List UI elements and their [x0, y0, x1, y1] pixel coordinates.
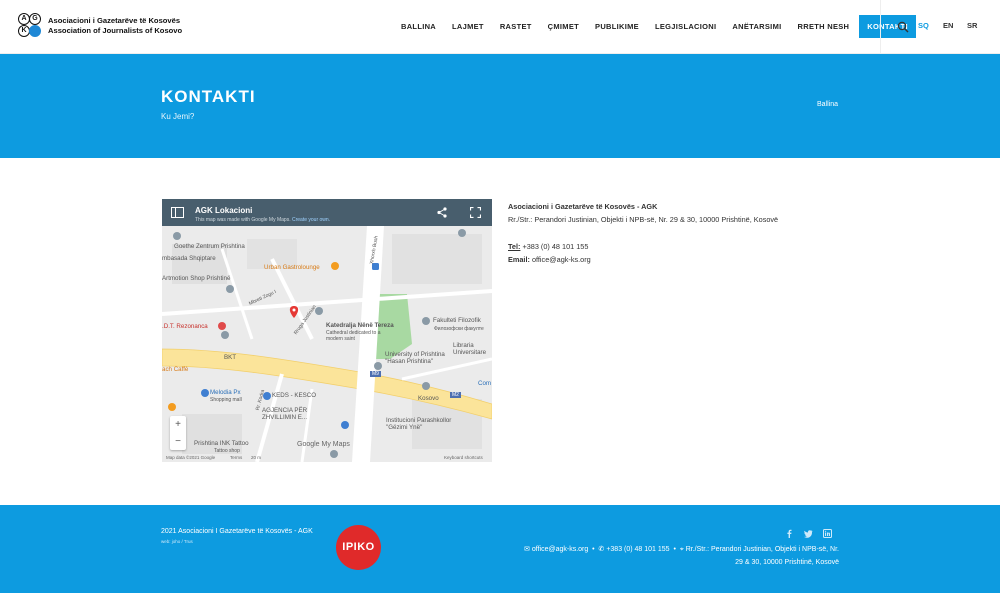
page-subtitle: Ku Jemi?	[161, 112, 195, 121]
map-data-credit: Map data ©2021 Google	[166, 455, 216, 460]
linkedin-icon[interactable]	[823, 529, 832, 538]
footer-email[interactable]: office@agk-ks.org	[532, 546, 588, 553]
nav-divider	[880, 0, 881, 54]
envelope-icon: ✉	[524, 546, 530, 553]
nav-item-rastet[interactable]: RASTET	[492, 15, 540, 38]
logo-line-albanian: Asociacioni i Gazetarëve të Kosovës	[48, 16, 181, 25]
map-scale: 20 m	[251, 455, 262, 460]
contact-phone-row: Tel: +383 (0) 48 101 155	[508, 241, 778, 254]
map-label: Com	[478, 380, 492, 387]
site-footer: 2021 Asociacioni I Gazetarëve të Kosovës…	[0, 505, 1000, 593]
contact-phone[interactable]: +383 (0) 48 101 155	[522, 242, 588, 251]
logo-text: Asociacioni i Gazetarëve të Kosovës Asso…	[48, 16, 182, 36]
footer-contact-line: ✉ office@agk-ks.org • ✆ +383 (0) 48 101 …	[524, 546, 839, 553]
footer-phone[interactable]: +383 (0) 48 101 155	[606, 546, 669, 553]
map-terms-link[interactable]: Terms	[230, 455, 242, 460]
phone-icon: ✆	[598, 546, 605, 553]
google-my-maps-logo: Google My Maps	[297, 441, 350, 448]
map-label[interactable]: .D.T. Rezonanca	[162, 323, 208, 330]
footer-web-credit[interactable]: web: joho / Trus	[161, 539, 193, 544]
facebook-icon[interactable]	[785, 529, 794, 538]
logo-letter: G	[29, 13, 41, 25]
site-logo[interactable]: A G K Asociacioni i Gazetarëve të Kosovë…	[18, 13, 182, 39]
main-nav: BALLINA LAJMET RASTET ÇMIMET PUBLIKIME L…	[393, 15, 916, 38]
map-label[interactable]: Libraria Universitare	[453, 342, 492, 356]
page-title: KONTAKTI	[161, 87, 256, 106]
map-label: Tattoo shop	[214, 448, 240, 454]
nav-item-anetarsimi[interactable]: ANËTARSIMI	[724, 15, 789, 38]
embedded-map[interactable]: AGK Lokacioni This map was made with Goo…	[162, 199, 492, 462]
share-icon[interactable]	[437, 207, 447, 218]
map-label[interactable]: Prishtina INK Tattoo	[194, 440, 249, 447]
nav-item-publikime[interactable]: PUBLIKIME	[587, 15, 647, 38]
map-label[interactable]: BKT	[224, 354, 236, 361]
map-label[interactable]: Fakulteti Filozofik	[433, 317, 481, 324]
map-label: Kosovo	[418, 395, 439, 402]
page-hero: KONTAKTI Ku Jemi? Ballina	[0, 54, 1000, 158]
contact-org-name: Asociacioni i Gazetarëve të Kosovës - AG…	[508, 202, 658, 211]
contact-email[interactable]: office@agk-ks.org	[532, 255, 591, 264]
fullscreen-icon[interactable]	[470, 207, 481, 218]
nav-item-legjislacioni[interactable]: LEGJISLACIONI	[647, 15, 724, 38]
contact-email-row: Email: office@agk-ks.org	[508, 254, 778, 267]
map-label[interactable]: mbasada Shqiptare	[162, 255, 216, 262]
map-label[interactable]: Institucioni Parashkollor "Gëzimi Ynë"	[386, 417, 464, 431]
map-subtitle-text: This map was made with Google My Maps.	[195, 217, 291, 223]
language-en[interactable]: EN	[943, 21, 953, 30]
map-label[interactable]: Artmotion Shop Prishtinë	[162, 275, 230, 282]
map-subtitle: This map was made with Google My Maps. C…	[195, 217, 330, 223]
map-label[interactable]: ach Caffè	[162, 366, 188, 373]
nav-item-ballina[interactable]: BALLINA	[393, 15, 444, 38]
map-label: Филозофски факулте	[434, 326, 484, 332]
ipiko-logo[interactable]: IPIKO	[336, 525, 381, 570]
footer-copyright: 2021 Asociacioni I Gazetarëve të Kosovës…	[161, 528, 313, 535]
footer-address-line2: 29 & 30, 10000 Prishtinë, Kosovë	[735, 559, 839, 566]
contact-address: Rr./Str.: Perandori Justinian, Objekti i…	[508, 214, 779, 224]
location-pin-icon: ⌖	[679, 546, 684, 553]
map-label[interactable]: Urban Gastrolounge	[264, 264, 320, 271]
search-icon[interactable]	[897, 21, 909, 33]
logo-speech-bubble	[29, 25, 41, 37]
map-label: Shopping mall	[210, 397, 242, 403]
twitter-icon[interactable]	[804, 529, 813, 538]
language-sq[interactable]: SQ	[918, 21, 929, 30]
nav-item-cmimet[interactable]: ÇMIMET	[540, 15, 587, 38]
map-zoom-control: + −	[170, 416, 186, 450]
map-label[interactable]: AGJENCIA PËR ZHVILLIMIN E...	[262, 407, 330, 421]
language-sr[interactable]: SR	[967, 21, 977, 30]
keyboard-shortcuts-link[interactable]: Keyboard shortcuts	[444, 455, 483, 460]
nav-item-rreth-nesh[interactable]: RRETH NESH	[790, 15, 858, 38]
map-label[interactable]: KEDS - KESCO	[272, 392, 316, 399]
map-sidebar-icon[interactable]	[171, 207, 184, 218]
agk-logo-icon: A G K	[18, 13, 42, 39]
zoom-in-button[interactable]: +	[170, 416, 186, 433]
map-label[interactable]: Katedralja Nënë Tereza	[326, 322, 394, 329]
map-label[interactable]: Melodia Px	[210, 389, 241, 396]
road-shield: M2	[450, 392, 461, 398]
contact-info: Asociacioni i Gazetarëve të Kosovës - AG…	[508, 201, 778, 266]
map-title[interactable]: AGK Lokacioni	[195, 206, 252, 215]
map-label: Cathedral dedicated to a modern saint	[326, 330, 381, 342]
nav-item-lajmet[interactable]: LAJMET	[444, 15, 492, 38]
contact-tel-label: Tel:	[508, 242, 521, 251]
map-label[interactable]: University of Prishtina "Hasan Prishtina…	[385, 351, 447, 365]
logo-line-english: Association of Journalists of Kosovo	[48, 26, 183, 35]
breadcrumb-home[interactable]: Ballina	[817, 101, 838, 108]
site-header: A G K Asociacioni i Gazetarëve të Kosovë…	[0, 0, 1000, 54]
footer-address-line1: Rr./Str.: Perandori Justinian, Objekti i…	[685, 546, 839, 553]
contact-email-label: Email:	[508, 254, 530, 264]
map-create-link[interactable]: Create your own.	[292, 217, 330, 223]
map-toolbar: AGK Lokacioni This map was made with Goo…	[162, 199, 492, 226]
zoom-out-button[interactable]: −	[170, 433, 186, 450]
map-label[interactable]: Goethe Zentrum Prishtina	[174, 243, 245, 250]
road-shield: M9	[370, 371, 381, 377]
